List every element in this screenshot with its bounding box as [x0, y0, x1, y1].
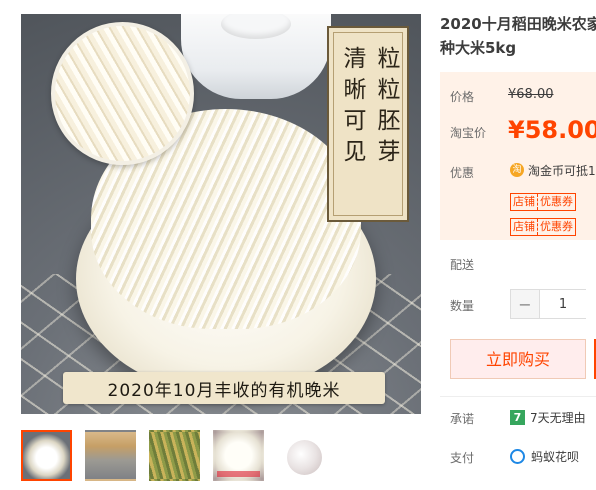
- thumbnail-4[interactable]: [213, 430, 264, 481]
- coupon-right-text: 优惠券: [537, 219, 575, 235]
- panel-text-col-1: 粒粒胚芽: [373, 46, 399, 170]
- price-label: 价格: [450, 90, 475, 104]
- coupon-button-1[interactable]: 店铺 优惠券: [510, 193, 576, 211]
- thumbnail-strip: [21, 430, 421, 485]
- payment-item[interactable]: 蚂蚁花呗: [510, 448, 579, 465]
- coupon-left-text: 店铺: [513, 195, 535, 208]
- rice-closeup-inset: [51, 22, 194, 165]
- panel-text-col-2: 清晰可见: [339, 46, 365, 170]
- thumbnail-1[interactable]: [21, 430, 72, 481]
- quantity-decrease-button[interactable]: −: [510, 289, 540, 319]
- product-gallery: 清晰可见 粒粒胚芽 2020年10月丰收的有机晚米: [0, 0, 436, 490]
- promo-label: 优惠: [450, 166, 475, 180]
- product-title: 2020十月稻田晚米农家自种大米5kg: [440, 15, 596, 57]
- coupon-button-2[interactable]: 店铺 优惠券: [510, 218, 576, 236]
- taobao-price: ¥58.00: [508, 116, 596, 144]
- quantity-input[interactable]: 1: [540, 289, 586, 319]
- original-price: ¥68.00: [508, 87, 554, 102]
- price-box: 价格 ¥68.00 淘宝价 ¥58.00 优惠 淘 淘金币可抵1% 店铺 优惠券…: [440, 72, 596, 240]
- feature-text-panel: 清晰可见 粒粒胚芽: [327, 26, 409, 222]
- taobao-price-label: 淘宝价: [450, 126, 487, 140]
- coupon-left-text: 店铺: [513, 220, 535, 233]
- divider: [440, 396, 596, 397]
- image-caption-banner: 2020年10月丰收的有机晚米: [63, 372, 385, 404]
- main-product-image[interactable]: 清晰可见 粒粒胚芽 2020年10月丰收的有机晚米: [21, 14, 421, 414]
- payment-label: 支付: [450, 451, 475, 465]
- coin-offer-text: 淘金币可抵1%: [528, 164, 596, 178]
- coupon-right-text: 优惠券: [537, 194, 575, 210]
- quantity-stepper: − 1: [510, 289, 586, 319]
- promise-item[interactable]: 7 7天无理由: [510, 409, 586, 426]
- payment-text: 蚂蚁花呗: [531, 450, 580, 464]
- delivery-label: 配送: [450, 258, 475, 272]
- quantity-label: 数量: [450, 299, 475, 313]
- seven-day-return-icon: 7: [510, 410, 525, 425]
- buy-now-button[interactable]: 立即购买: [450, 339, 586, 379]
- product-info: 2020十月稻田晚米农家自种大米5kg 价格 ¥68.00 淘宝价 ¥58.00…: [440, 0, 596, 490]
- huabei-icon: [510, 449, 525, 464]
- taobao-coin-icon: 淘: [510, 163, 524, 177]
- thumbnail-3[interactable]: [149, 430, 200, 481]
- promise-label: 承诺: [450, 412, 475, 426]
- promise-text: 7天无理由: [530, 411, 586, 425]
- thumbnail-5[interactable]: [277, 430, 328, 481]
- thumbnail-2[interactable]: [85, 430, 136, 481]
